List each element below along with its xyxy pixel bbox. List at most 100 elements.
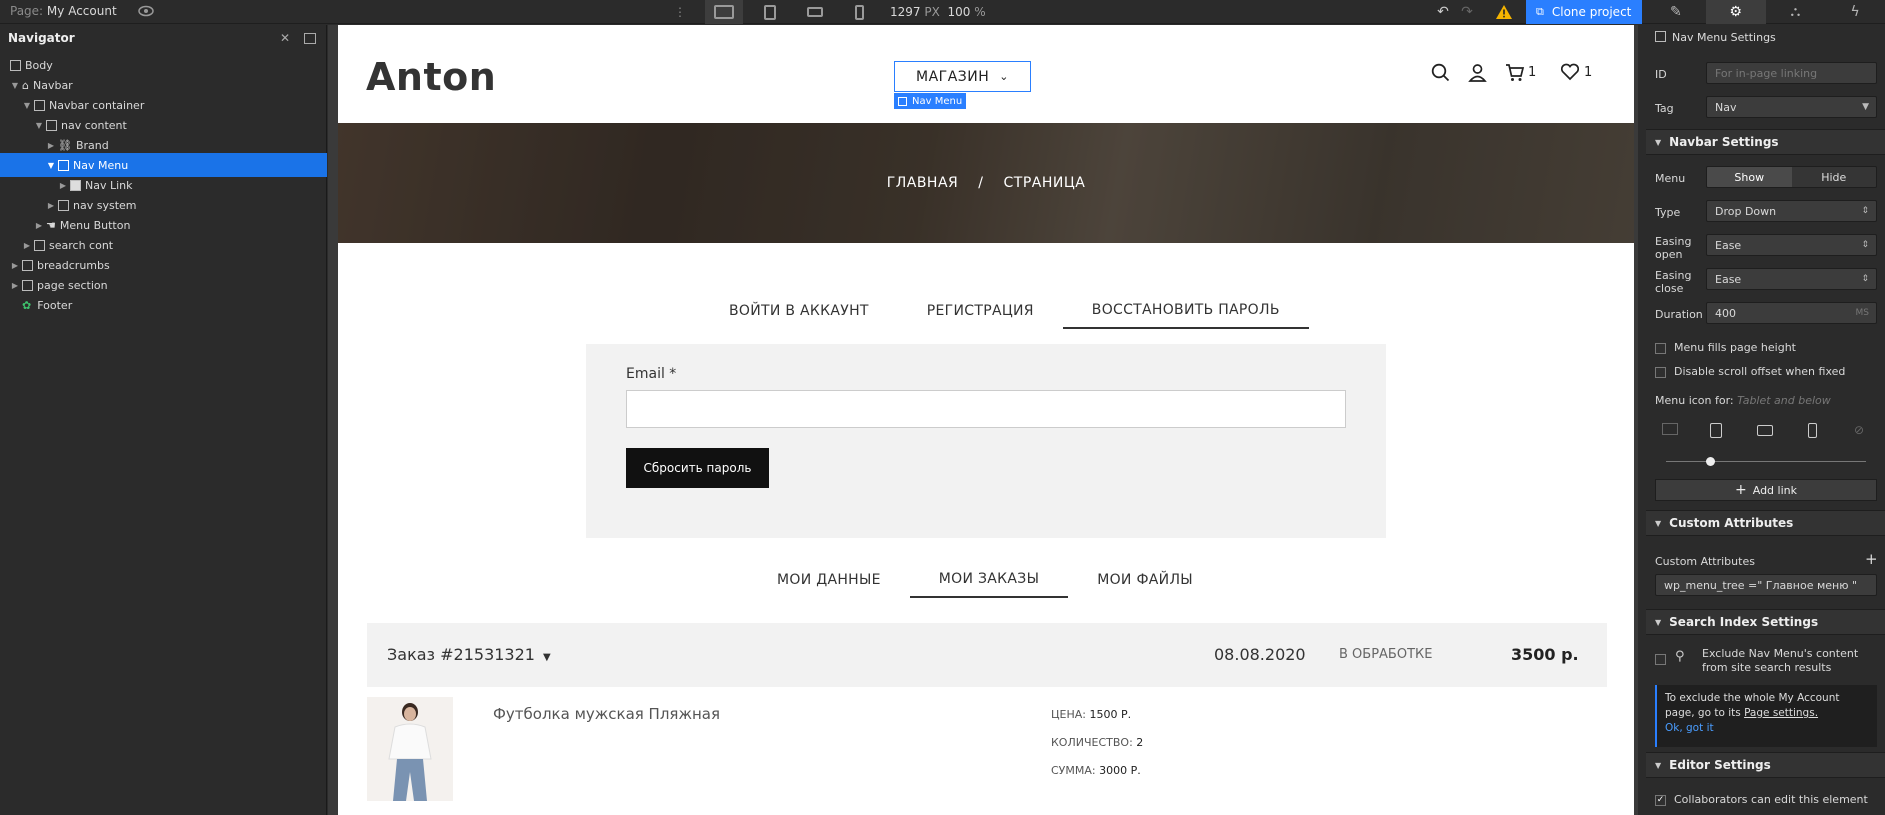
settings-gear-tab[interactable]: ⚙ xyxy=(1705,0,1766,24)
clone-project-button[interactable]: ⧉ Clone project xyxy=(1526,0,1642,24)
breakpoint-slider[interactable] xyxy=(1646,457,1885,467)
brush-icon: ✎ xyxy=(1670,4,1682,20)
page-settings-link[interactable]: Page settings. xyxy=(1744,707,1818,719)
caret-right-icon[interactable]: ▶ xyxy=(46,141,56,150)
mobile-portrait-icon[interactable] xyxy=(1808,423,1817,438)
email-label: Email * xyxy=(626,366,677,382)
wishlist-count: 1 xyxy=(1584,64,1593,80)
cart-button[interactable]: 1 xyxy=(1505,63,1536,82)
tag-select[interactable]: Nav ▼ xyxy=(1706,96,1877,118)
chevron-down-icon: ⌄ xyxy=(999,70,1009,83)
ok-got-it-link[interactable]: Ok, got it xyxy=(1665,722,1714,734)
nav-menu-selection-tag[interactable]: Nav Menu xyxy=(894,93,967,109)
search-exclude-icon: ⚲ xyxy=(1675,649,1685,664)
account-tabs: МОИ ДАННЫЕ МОИ ЗАКАЗЫ МОИ ФАЙЛЫ xyxy=(748,562,1222,598)
redo-icon[interactable]: ↷ xyxy=(1458,3,1476,21)
close-navigator-icon[interactable]: ✕ xyxy=(280,31,290,45)
caret-right-icon[interactable]: ▶ xyxy=(46,201,56,210)
tab-my-data[interactable]: МОИ ДАННЫЕ xyxy=(748,562,910,598)
hidden-eye-icon[interactable]: ⊘ xyxy=(1854,423,1864,437)
mobile-portrait-button[interactable] xyxy=(840,0,878,24)
reset-password-form: Email * Сбросить пароль xyxy=(586,344,1386,538)
navigator-title: Navigator xyxy=(8,31,75,45)
menu-hide-button[interactable]: Hide xyxy=(1791,167,1876,187)
interactions-drops-tab[interactable]: ⛬ xyxy=(1766,0,1826,24)
search-index-section[interactable]: ▼ Search Index Settings xyxy=(1646,609,1885,635)
undo-icon[interactable]: ↶ xyxy=(1434,3,1452,21)
tablet-icon[interactable] xyxy=(1710,423,1722,438)
caret-right-icon[interactable]: ▶ xyxy=(34,221,44,230)
auth-tabs: ВОЙТИ В АККАУНТ РЕГИСТРАЦИЯ ВОССТАНОВИТЬ… xyxy=(700,293,1309,329)
cart-icon xyxy=(1506,64,1525,81)
scroll-offset-checkbox[interactable] xyxy=(1655,367,1666,378)
more-vertical-icon[interactable]: ⋮ xyxy=(674,4,686,20)
product-name[interactable]: Футболка мужская Пляжная xyxy=(493,705,720,723)
hero-banner: ГЛАВНАЯ / СТРАНИЦА xyxy=(338,123,1634,243)
tab-register[interactable]: РЕГИСТРАЦИЯ xyxy=(898,293,1063,329)
search-icon[interactable] xyxy=(1431,63,1450,82)
easing-open-select[interactable]: Ease ⇕ xyxy=(1706,234,1877,256)
collaborators-checkbox[interactable]: ✓ xyxy=(1655,795,1666,806)
warning-icon[interactable] xyxy=(1494,2,1514,22)
mobile-landscape-icon[interactable] xyxy=(1757,425,1773,436)
tab-restore-password[interactable]: ВОССТАНОВИТЬ ПАРОЛЬ xyxy=(1062,293,1309,329)
shop-dropdown[interactable]: МАГАЗИН ⌄ xyxy=(894,61,1031,92)
container-icon xyxy=(34,99,45,111)
caret-down-icon[interactable]: ▼ xyxy=(46,161,56,170)
tab-my-files[interactable]: МОИ ФАЙЛЫ xyxy=(1068,562,1222,598)
order-number[interactable]: Заказ #21531321 ▼ xyxy=(387,645,551,664)
exclude-search-checkbox[interactable] xyxy=(1655,654,1666,665)
id-field[interactable]: For in-page linking xyxy=(1706,62,1877,84)
add-link-button[interactable]: + Add link xyxy=(1655,479,1877,501)
collaborators-label: Collaborators can edit this element xyxy=(1674,793,1868,806)
site-preview: Anton МАГАЗИН ⌄ Nav Menu 1 1 ГЛАВНАЯ / СТРА… xyxy=(338,25,1634,815)
mobile-landscape-icon xyxy=(807,7,823,17)
tag-label: Tag xyxy=(1655,102,1674,115)
custom-attribute-item[interactable]: wp_menu_tree =" Главное меню " xyxy=(1655,574,1877,596)
editor-settings-section[interactable]: ▼ Editor Settings xyxy=(1646,752,1885,778)
reset-password-button[interactable]: Сбросить пароль xyxy=(626,448,769,488)
duration-field[interactable]: 400 MS xyxy=(1706,302,1877,324)
caret-down-icon[interactable]: ▼ xyxy=(34,121,44,130)
breadcrumb-home-link[interactable]: ГЛАВНАЯ xyxy=(887,175,959,191)
user-icon[interactable] xyxy=(1468,63,1487,82)
desktop-breakpoint-button[interactable] xyxy=(705,0,743,24)
cart-count: 1 xyxy=(1528,65,1537,80)
caret-right-icon[interactable]: ▶ xyxy=(10,281,20,290)
caret-down-icon[interactable]: ▼ xyxy=(22,101,32,110)
caret-right-icon[interactable]: ▶ xyxy=(10,261,20,270)
product-image[interactable] xyxy=(367,697,453,801)
wishlist-button[interactable]: 1 xyxy=(1560,63,1592,81)
tablet-breakpoint-button[interactable] xyxy=(751,0,789,24)
caret-down-icon[interactable]: ▼ xyxy=(10,81,20,90)
gear-icon: ⚙ xyxy=(1729,4,1742,20)
navbar-settings-section[interactable]: ▼ Navbar Settings xyxy=(1646,129,1885,155)
desktop-icon[interactable] xyxy=(1662,423,1678,435)
slider-handle[interactable] xyxy=(1706,457,1715,466)
order-header-row[interactable]: Заказ #21531321 ▼ 08.08.2020 В ОБРАБОТКЕ … xyxy=(367,623,1607,687)
caret-right-icon[interactable]: ▶ xyxy=(58,181,68,190)
tab-login[interactable]: ВОЙТИ В АККАУНТ xyxy=(700,293,898,329)
menu-show-button[interactable]: Show xyxy=(1707,167,1792,187)
tab-my-orders[interactable]: МОИ ЗАКАЗЫ xyxy=(909,562,1069,598)
caret-right-icon[interactable]: ▶ xyxy=(22,241,32,250)
drops-icon: ⛬ xyxy=(1790,4,1801,20)
brand-logo[interactable]: Anton xyxy=(366,55,496,99)
tree-item-footer[interactable]: ✿ Footer xyxy=(0,293,327,317)
style-brush-tab[interactable]: ✎ xyxy=(1646,0,1706,24)
mobile-landscape-button[interactable] xyxy=(796,0,834,24)
preview-eye-icon[interactable] xyxy=(137,2,155,20)
dock-panel-icon[interactable] xyxy=(304,33,316,44)
add-attribute-icon[interactable]: + xyxy=(1865,550,1878,568)
type-select[interactable]: Drop Down ⇕ xyxy=(1706,200,1877,222)
div-block-icon xyxy=(34,239,45,251)
page-selector[interactable]: Page: My Account xyxy=(10,4,117,18)
custom-attributes-section[interactable]: ▼ Custom Attributes xyxy=(1646,510,1885,536)
easing-close-select[interactable]: Ease ⇕ xyxy=(1706,268,1877,290)
fills-height-checkbox[interactable] xyxy=(1655,343,1666,354)
page-name: My Account xyxy=(46,4,117,18)
lightning-tab[interactable]: ϟ xyxy=(1825,0,1885,24)
easing-close-label: Easing close xyxy=(1655,269,1692,295)
navigator-header: Navigator ✕ xyxy=(0,25,326,51)
email-field[interactable] xyxy=(626,390,1346,428)
